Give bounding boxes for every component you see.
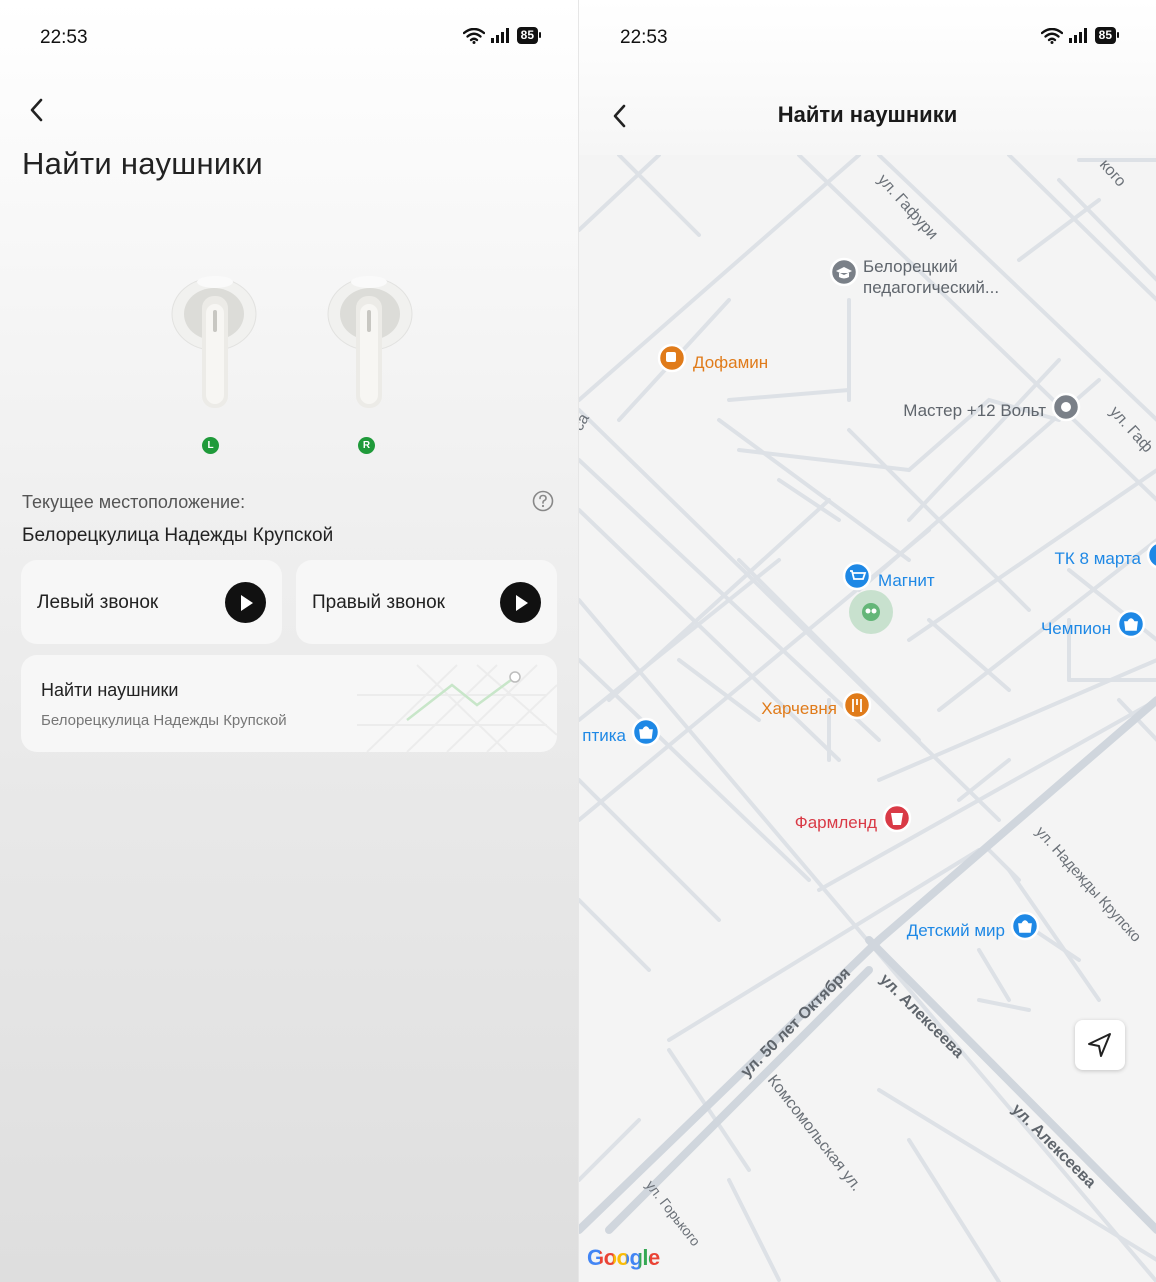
street-label-alekseeva-1: ул. Алексеева xyxy=(876,971,967,1062)
poi-kharchevnya-label: Харчевня xyxy=(761,699,837,718)
poi-magnit-label: Магнит xyxy=(878,571,935,590)
status-bar: 22:53 85 xyxy=(0,24,578,52)
poi-magnit[interactable]: Магнит xyxy=(842,561,935,591)
google-logo-text: Google xyxy=(587,1245,660,1270)
map-roads xyxy=(579,153,1156,1282)
place-dot-icon xyxy=(1061,402,1071,412)
left-earbud-image xyxy=(171,276,257,408)
earbuds-image: L R xyxy=(160,270,420,470)
poi-farmlend[interactable]: Фармленд xyxy=(795,803,912,833)
find-earbuds-title: Найти наушники xyxy=(41,680,179,700)
cafe-cup-icon xyxy=(666,352,676,362)
status-time: 22:53 xyxy=(620,27,668,48)
earbuds-finder-screen: 22:53 85 Найти наушники L R Текущее мест… xyxy=(0,0,578,1282)
battery-indicator: 85 xyxy=(516,27,542,44)
signal-icon xyxy=(1068,28,1087,43)
poi-tk-label: ТК 8 марта xyxy=(1055,549,1142,568)
poi-detsky-mir[interactable]: Детский мир xyxy=(907,911,1040,941)
right-earbud-badge: R xyxy=(358,437,375,454)
poi-detsky-mir-label: Детский мир xyxy=(907,921,1005,940)
ring-right-label: Правый звонок xyxy=(312,592,445,613)
navigation-arrow-icon xyxy=(1088,1033,1111,1057)
poi-pedagog-label-1: Белорецкий xyxy=(863,257,958,276)
status-icons: 85 xyxy=(1040,27,1120,44)
map-screen: ул. Гафури кого ул. Гаф са ул. Надежды К… xyxy=(578,0,1156,1282)
play-right-button[interactable] xyxy=(500,582,541,623)
map-header: 22:53 85 Найти наушники xyxy=(579,0,1156,155)
chevron-left-icon xyxy=(30,98,43,122)
poi-optika-label: птика xyxy=(582,726,626,745)
poi-pedagog[interactable]: Белорецкий педагогический... xyxy=(829,257,999,297)
poi-optika[interactable]: птика xyxy=(582,717,661,747)
map-route-decoration xyxy=(357,664,557,752)
map-canvas: ул. Гафури кого ул. Гаф са ул. Надежды К… xyxy=(579,153,1156,1282)
page-title: Найти наушники xyxy=(777,102,958,127)
pharmacy-icon xyxy=(891,813,903,825)
find-earbuds-address: Белорецкулица Надежды Крупской xyxy=(41,712,287,729)
signal-icon xyxy=(490,28,509,43)
poi-dofamin[interactable]: Дофамин xyxy=(657,343,768,373)
ring-left-card[interactable]: Левый звонок xyxy=(21,560,282,644)
map-view[interactable]: ул. Гафури кого ул. Гаф са ул. Надежды К… xyxy=(579,153,1156,1282)
find-earbuds-card[interactable]: Найти наушники Белорецкулица Надежды Кру… xyxy=(21,655,557,752)
my-location-button[interactable] xyxy=(1075,1020,1125,1070)
current-location-value: Белорецкулица Надежды Крупской xyxy=(22,525,334,546)
right-earbud-image xyxy=(327,276,413,408)
play-left-button[interactable] xyxy=(225,582,266,623)
status-icons: 85 xyxy=(462,27,542,44)
poi-tk[interactable]: ТК 8 марта xyxy=(1055,541,1156,569)
current-location-label: Текущее местоположение: xyxy=(22,492,246,512)
help-icon[interactable] xyxy=(532,490,554,512)
back-button[interactable] xyxy=(18,90,58,130)
street-label-oktyabrya: ул. 50 лет Октября xyxy=(738,965,854,1081)
status-time: 22:53 xyxy=(40,27,88,48)
earbuds-location-marker[interactable] xyxy=(849,590,893,634)
earbuds-marker-icon xyxy=(865,608,871,614)
street-label-gorkogo: ул. Горького xyxy=(643,1177,704,1249)
poi-master-label: Мастер +12 Вольт xyxy=(903,401,1046,420)
poi-dofamin-label: Дофамин xyxy=(693,353,768,372)
ring-left-label: Левый звонок xyxy=(37,592,159,613)
left-earbud-badge: L xyxy=(202,437,219,454)
page-title: Найти наушники xyxy=(22,146,263,181)
poi-farmlend-label: Фармленд xyxy=(795,813,877,832)
poi-pedagog-label-2: педагогический... xyxy=(863,278,999,297)
wifi-icon xyxy=(462,27,485,44)
status-bar: 22:53 85 xyxy=(579,24,1156,52)
battery-indicator: 85 xyxy=(1094,27,1120,44)
ring-right-card[interactable]: Правый звонок xyxy=(296,560,557,644)
poi-kharchevnya[interactable]: Харчевня xyxy=(761,690,872,720)
google-logo: Google xyxy=(587,1245,660,1271)
street-label-komsomolskaya: Комсомольская ул. xyxy=(764,1072,865,1195)
poi-chempion-label: Чемпион xyxy=(1041,619,1111,638)
poi-chempion[interactable]: Чемпион xyxy=(1041,609,1146,639)
wifi-icon xyxy=(1040,27,1063,44)
